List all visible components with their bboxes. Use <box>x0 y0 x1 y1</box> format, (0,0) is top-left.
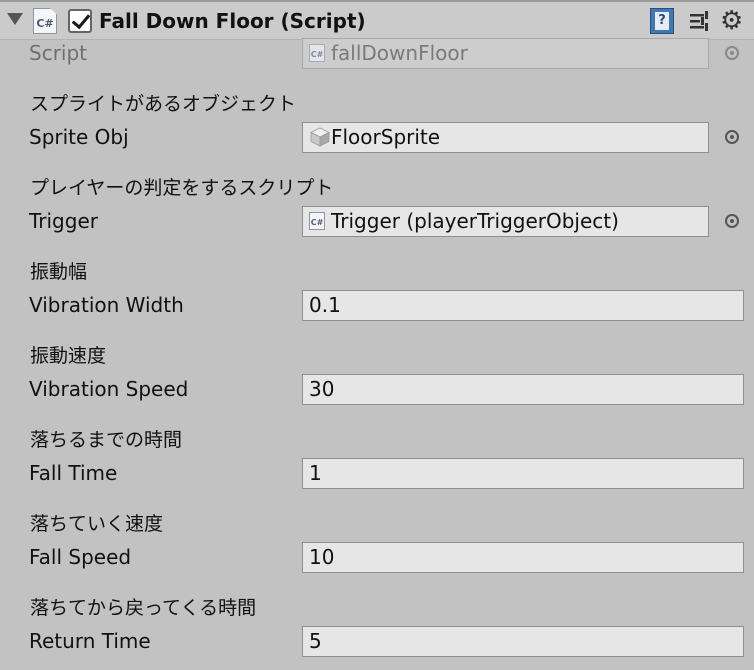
script-label: Script <box>29 41 88 65</box>
gameobject-cube-icon <box>310 127 330 147</box>
sprite-obj-label: Sprite Obj <box>29 125 129 149</box>
trigger-header: プレイヤーの判定をするスクリプト <box>30 177 334 199</box>
component-enabled-checkbox[interactable] <box>68 9 92 33</box>
fall-speed-input[interactable]: 10 <box>302 542 744 573</box>
component-title: Fall Down Floor (Script) <box>99 9 366 33</box>
help-book-icon[interactable] <box>650 8 674 34</box>
csharp-file-icon: C# <box>309 44 325 62</box>
presets-icon[interactable] <box>688 10 710 32</box>
trigger-field[interactable]: C# Trigger (playerTriggerObject) <box>302 206 709 237</box>
script-field: C# fallDownFloor <box>302 38 709 69</box>
script-object-picker-icon <box>725 46 739 60</box>
vibration-width-input[interactable]: 0.1 <box>302 290 744 321</box>
fall-time-label[interactable]: Fall Time <box>29 460 117 486</box>
vibration-speed-label[interactable]: Vibration Speed <box>29 376 188 402</box>
gear-icon[interactable]: ⚙ <box>720 8 743 34</box>
sprite-obj-field[interactable]: FloorSprite <box>302 122 709 153</box>
csharp-file-icon: C# <box>309 212 325 230</box>
fall-time-input[interactable]: 1 <box>302 458 744 489</box>
csharp-script-icon: C# <box>33 8 57 34</box>
trigger-value: Trigger (playerTriggerObject) <box>331 209 619 233</box>
return-time-header: 落ちてから戻ってくる時間 <box>30 597 257 619</box>
fall-speed-header: 落ちていく速度 <box>30 513 164 535</box>
vibration-speed-header: 振動速度 <box>30 345 107 367</box>
vibration-speed-input[interactable]: 30 <box>302 374 744 405</box>
script-field-value: fallDownFloor <box>331 41 468 65</box>
fall-time-header: 落ちるまでの時間 <box>30 429 183 451</box>
trigger-label: Trigger <box>29 209 98 233</box>
sprite-obj-header: スプライトがあるオブジェクト <box>30 93 297 115</box>
sprite-obj-value: FloorSprite <box>331 125 441 149</box>
fall-speed-label[interactable]: Fall Speed <box>29 544 131 570</box>
return-time-input[interactable]: 5 <box>302 626 744 657</box>
return-time-label[interactable]: Return Time <box>29 628 151 654</box>
vibration-width-label[interactable]: Vibration Width <box>29 292 184 318</box>
trigger-object-picker-icon[interactable] <box>725 214 739 228</box>
foldout-arrow-icon[interactable] <box>7 13 23 25</box>
sprite-obj-object-picker-icon[interactable] <box>725 130 739 144</box>
vibration-width-header: 振動幅 <box>30 261 88 283</box>
component-header[interactable]: C# Fall Down Floor (Script) ⚙ <box>0 0 754 40</box>
